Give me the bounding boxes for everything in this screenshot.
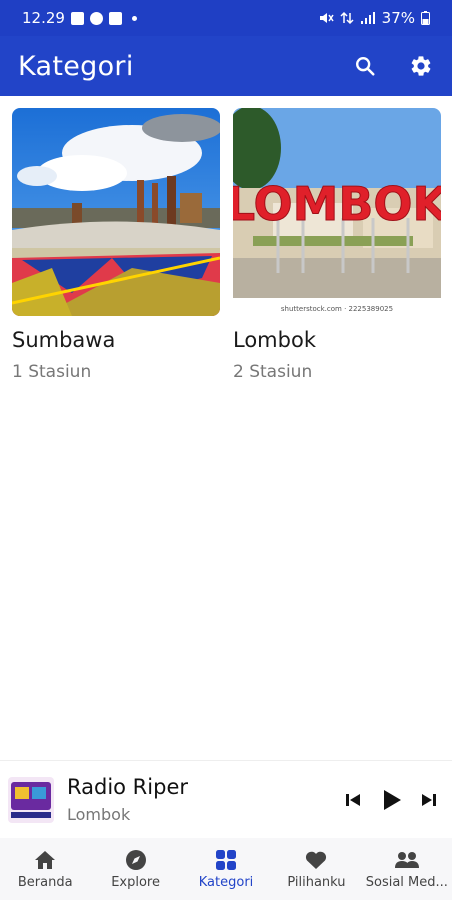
- signal-icon: [360, 12, 375, 24]
- settings-button[interactable]: [408, 53, 434, 79]
- battery-icon: [421, 11, 430, 25]
- search-button[interactable]: [352, 53, 378, 79]
- now-playing-title: Radio Riper: [67, 775, 188, 799]
- lombok-sign-text: LOMBOK: [233, 177, 441, 231]
- play-icon[interactable]: [378, 787, 404, 813]
- status-time: 12.29: [22, 9, 65, 27]
- grid-icon: [216, 849, 237, 870]
- bottom-navigation: Beranda Explore Kategori Pilihanku Sosia…: [0, 838, 452, 900]
- data-icon: [340, 11, 354, 25]
- heart-icon: [306, 851, 327, 869]
- nav-label: Sosial Med...: [365, 874, 448, 890]
- category-station-count: 2 Stasiun: [233, 362, 313, 382]
- category-card-lombok[interactable]: LOMBOK shutterstock.com · 2225389025 Lom…: [233, 108, 441, 382]
- category-title: Sumbawa: [12, 328, 116, 352]
- whatsapp-icon: [89, 11, 103, 25]
- nav-label: Beranda: [17, 874, 73, 890]
- nav-item-sosial-media[interactable]: Sosial Med...: [362, 838, 452, 900]
- people-icon: [394, 851, 419, 868]
- nav-item-beranda[interactable]: Beranda: [0, 838, 90, 900]
- battery-percent: 37%: [381, 9, 415, 27]
- compass-icon: [125, 849, 146, 870]
- skip-previous-icon[interactable]: [344, 791, 362, 809]
- home-icon: [35, 850, 56, 869]
- search-icon: [356, 57, 375, 76]
- category-title: Lombok: [233, 328, 316, 352]
- mute-icon: [319, 13, 334, 23]
- skip-next-icon[interactable]: [420, 791, 438, 809]
- bag-icon: [108, 11, 122, 25]
- page-title: Kategori: [18, 50, 134, 82]
- status-bar: 12.29 37%: [0, 0, 452, 36]
- app-bar: Kategori: [0, 36, 452, 96]
- category-card-sumbawa[interactable]: Sumbawa 1 Stasiun: [12, 108, 220, 382]
- nav-label: Kategori: [198, 874, 254, 890]
- category-grid: Sumbawa 1 Stasiun LOMBOK shutterstock.co…: [12, 108, 442, 382]
- nav-item-pilihanku[interactable]: Pilihanku: [271, 838, 361, 900]
- nav-label: Explore: [111, 874, 160, 890]
- category-station-count: 1 Stasiun: [12, 362, 92, 382]
- lombok-image: LOMBOK shutterstock.com · 2225389025: [233, 108, 441, 316]
- nav-item-kategori[interactable]: Kategori: [181, 838, 271, 900]
- mini-player[interactable]: Radio Riper Lombok: [0, 760, 452, 838]
- image-watermark: shutterstock.com · 2225389025: [281, 305, 393, 313]
- gallery-icon: [70, 11, 84, 25]
- gear-icon: [411, 56, 431, 76]
- station-logo: [8, 776, 54, 823]
- more-notifications-icon: [131, 15, 137, 21]
- nav-item-explore[interactable]: Explore: [90, 838, 180, 900]
- now-playing-subtitle: Lombok: [67, 805, 131, 824]
- nav-label: Pilihanku: [287, 874, 346, 890]
- sumbawa-image: [12, 108, 220, 316]
